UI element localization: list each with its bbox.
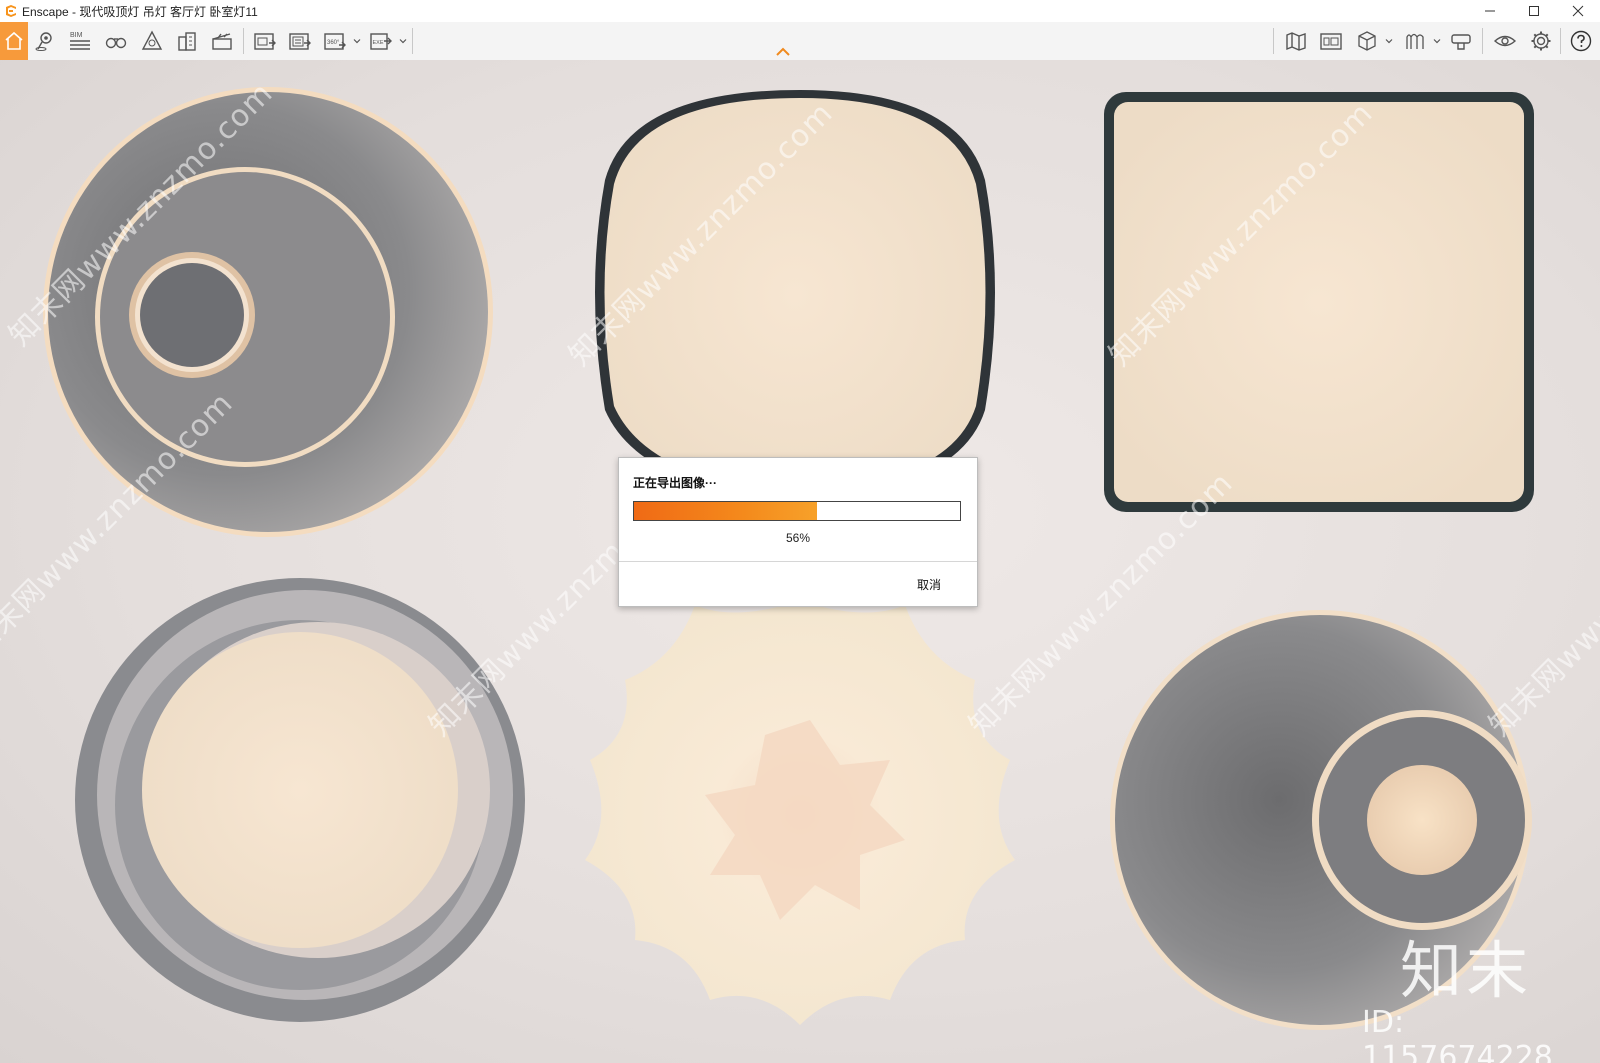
window-title: Enscape - 现代吸顶灯 吊灯 客厅灯 卧室灯11 xyxy=(22,4,258,19)
screenshot-icon xyxy=(254,33,276,50)
asset-library-icon xyxy=(1320,33,1342,50)
maximize-button[interactable] xyxy=(1512,0,1556,22)
materials-button[interactable] xyxy=(1400,26,1430,56)
dialog-title: 正在导出图像··· xyxy=(633,476,717,490)
close-icon xyxy=(1572,5,1584,17)
progress-percent-label: 56% xyxy=(785,531,811,545)
minimize-button[interactable] xyxy=(1468,0,1512,22)
home-button[interactable] xyxy=(0,22,28,60)
batch-render-button[interactable] xyxy=(285,26,315,56)
export-progress-dialog: 正在导出图像··· 56% 取消 xyxy=(618,457,978,607)
settings-button[interactable] xyxy=(1526,26,1556,56)
chevron-down-icon[interactable] xyxy=(1432,36,1442,46)
brand-watermark-id: ID: 1157674228 xyxy=(1362,1005,1553,1063)
svg-text:EXE: EXE xyxy=(373,40,384,46)
buildings-button[interactable] xyxy=(172,26,202,56)
toolbar-separator xyxy=(1273,28,1274,54)
minimize-icon xyxy=(1485,10,1495,12)
location-pin-button[interactable] xyxy=(30,26,60,56)
brand-watermark-logo: 知末 xyxy=(1400,934,1533,1007)
location-pin-icon xyxy=(35,32,52,51)
help-icon xyxy=(1570,30,1592,52)
progress-bar xyxy=(633,501,961,521)
title-bar: Enscape - 现代吸顶灯 吊灯 客厅灯 卧室灯11 xyxy=(0,0,1600,22)
help-button[interactable] xyxy=(1566,26,1596,56)
clapper-icon xyxy=(212,33,232,50)
video-editor-icon xyxy=(1451,34,1471,50)
bim-button[interactable]: BIM xyxy=(65,26,95,56)
buildings-icon xyxy=(178,32,196,51)
lamp-flower-shape xyxy=(585,605,1015,1025)
enscape-logo-icon xyxy=(6,5,16,17)
screenshot-button[interactable] xyxy=(250,26,280,56)
chevron-down-icon[interactable] xyxy=(398,36,408,46)
export-exe-button[interactable]: EXE xyxy=(366,26,396,56)
window-controls xyxy=(1468,0,1600,22)
bim-icon: BIM xyxy=(70,32,90,50)
maximize-icon xyxy=(1529,6,1539,16)
toolbar: BIM 360° EXE xyxy=(0,22,1600,61)
map-icon xyxy=(1286,32,1306,51)
views-button[interactable] xyxy=(101,26,131,56)
panorama-button[interactable]: 360° xyxy=(320,26,350,56)
close-button[interactable] xyxy=(1556,0,1600,22)
collapse-toolbar-chevron-up-icon[interactable] xyxy=(772,46,794,58)
export-exe-icon: EXE xyxy=(370,33,392,50)
svg-text:360°: 360° xyxy=(327,40,340,46)
cube-view-button[interactable] xyxy=(1352,26,1382,56)
cancel-button[interactable]: 取消 xyxy=(917,576,941,593)
chevron-down-icon[interactable] xyxy=(1384,36,1394,46)
visibility-button[interactable] xyxy=(1490,26,1520,56)
video-editor-button[interactable] xyxy=(1446,26,1476,56)
progress-bar-fill xyxy=(634,502,817,520)
toolbar-separator xyxy=(1560,28,1561,54)
chevron-down-icon[interactable] xyxy=(352,36,362,46)
panorama-360-icon: 360° xyxy=(324,33,346,50)
svg-text:BIM: BIM xyxy=(70,32,83,39)
binoculars-icon xyxy=(105,37,127,49)
video-path-button[interactable] xyxy=(207,26,237,56)
render-alert-icon xyxy=(141,30,163,50)
materials-icon xyxy=(1406,33,1424,49)
toolbar-separator xyxy=(412,28,413,54)
map-button[interactable] xyxy=(1281,26,1311,56)
visibility-icon xyxy=(1493,35,1517,47)
toolbar-separator xyxy=(243,28,244,54)
asset-library-button[interactable] xyxy=(1316,26,1346,56)
lamp-round-grey-rings xyxy=(43,87,493,537)
toolbar-separator xyxy=(1482,28,1483,54)
cube-view-icon xyxy=(1358,31,1376,51)
dialog-divider xyxy=(619,561,977,562)
lamp-twisted-ring xyxy=(75,578,525,1022)
home-icon xyxy=(5,31,23,50)
settings-icon xyxy=(1531,31,1551,51)
batch-render-icon xyxy=(289,33,311,50)
render-alert-button[interactable] xyxy=(137,26,167,56)
